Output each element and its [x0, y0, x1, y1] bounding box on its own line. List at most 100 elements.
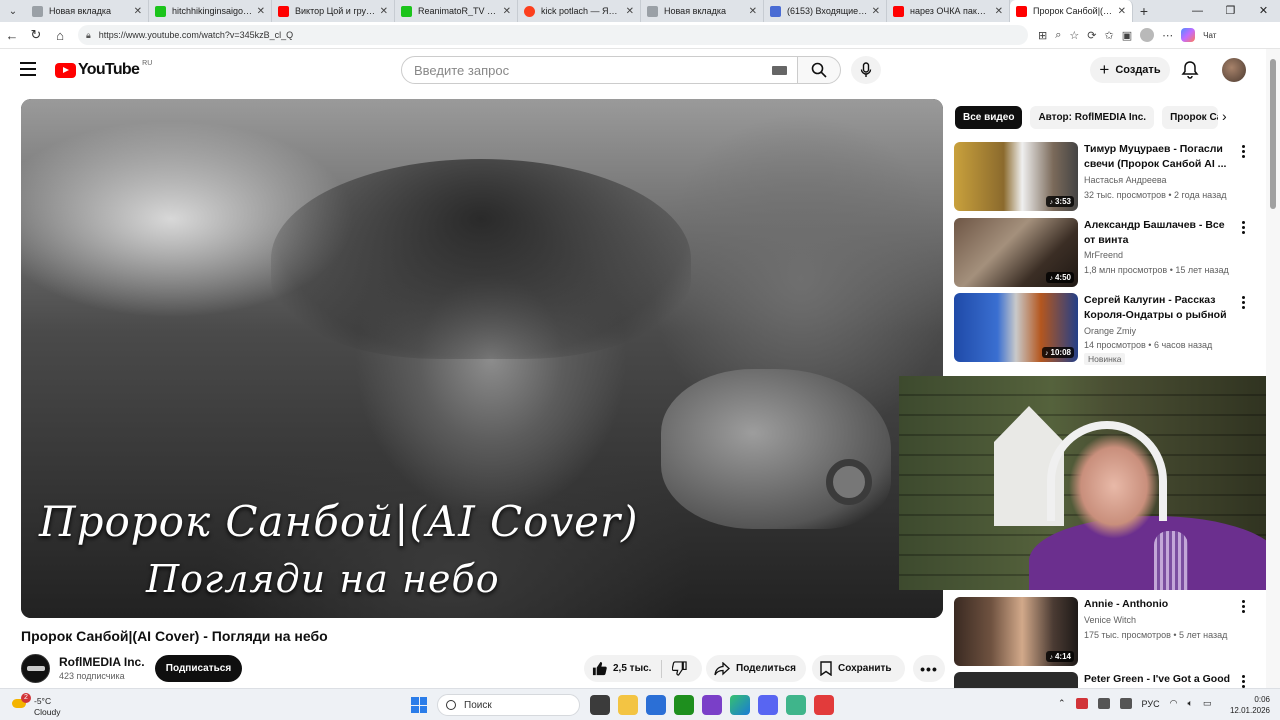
voice-search-button[interactable] [851, 56, 881, 84]
tray-app-icon[interactable] [1097, 698, 1110, 709]
collections-icon[interactable]: ▣ [1122, 29, 1132, 42]
video-thumbnail[interactable]: ♪ 3:53 [954, 142, 1078, 211]
profile-icon[interactable] [1140, 28, 1155, 42]
browser-tab[interactable]: ReanimatoR_TV - Watch✕ [395, 0, 518, 22]
more-vertical-icon[interactable] [1242, 675, 1246, 688]
chip-all-videos[interactable]: Все видео [955, 105, 1023, 129]
app-icon[interactable] [702, 695, 722, 715]
browser-tab-active[interactable]: Пророк Санбой|(AI Co✕ [1010, 0, 1133, 22]
copilot-icon[interactable] [1181, 28, 1196, 42]
related-video-channel[interactable]: Orange Zmiy [1084, 326, 1136, 336]
site-info-icon[interactable]: 🔒︎ [86, 30, 91, 41]
related-video-channel[interactable]: Настасья Андреева [1084, 175, 1167, 185]
video-player[interactable]: Пророк Санбой|(AI Cover) Погляди на небо [21, 99, 943, 618]
video-thumbnail[interactable]: ♪ 4:50 [954, 218, 1078, 287]
related-video-item[interactable]: ♪ 4:50 Александр Башлачев - Все от винта … [954, 218, 1254, 288]
chip-topic[interactable]: Пророк Са [1162, 105, 1219, 129]
file-explorer-icon[interactable] [618, 695, 638, 715]
more-vertical-icon[interactable] [1242, 296, 1246, 311]
share-button[interactable]: Поделиться [706, 655, 806, 682]
url-field[interactable]: 🔒︎ https://www.youtube.com/watch?v=345kzB… [78, 25, 1028, 45]
browser-tab[interactable]: Новая вкладка ✕ [641, 0, 764, 22]
refresh-page-icon[interactable]: ⟳ [1087, 29, 1096, 42]
browser-tab[interactable]: hitchhikinginsaigon Stre✕ [149, 0, 272, 22]
video-thumbnail[interactable] [954, 672, 1078, 688]
edge-browser-icon[interactable] [730, 695, 750, 715]
tab-close-icon[interactable]: ✕ [503, 6, 511, 17]
user-avatar[interactable] [1222, 58, 1246, 82]
reload-icon[interactable]: ↻ [24, 27, 48, 43]
related-video-item[interactable]: ♪ 10:08 Сергей Калугин - Рассказ Короля-О… [954, 293, 1254, 365]
more-vertical-icon[interactable] [1242, 600, 1246, 615]
browser-tab[interactable]: kick potlach — Яндекс✕ [518, 0, 641, 22]
tab-close-icon[interactable]: ✕ [257, 6, 265, 17]
like-button[interactable]: 2,5 тыс. [592, 661, 651, 676]
tray-app-icon[interactable] [1119, 698, 1132, 709]
app-icon[interactable] [814, 695, 834, 715]
search-input[interactable]: Введите запрос [401, 56, 798, 84]
page-scrollbar[interactable] [1266, 49, 1280, 688]
related-video-title[interactable]: Александр Башлачев - Все от винта [1084, 218, 1234, 248]
minimize-icon[interactable]: — [1181, 0, 1214, 22]
volume-icon[interactable]: 🔈︎ [1187, 698, 1192, 709]
new-tab-button[interactable]: + [1133, 3, 1155, 19]
keyboard-icon[interactable] [772, 66, 787, 75]
chip-author[interactable]: Автор: RoflMEDIA Inc. [1030, 105, 1155, 129]
more-menu-icon[interactable]: ⋯ [1162, 29, 1173, 42]
home-icon[interactable]: ⌂ [48, 28, 72, 43]
save-button[interactable]: Сохранить [812, 655, 905, 682]
tab-close-icon[interactable]: ✕ [749, 6, 757, 17]
more-vertical-icon[interactable] [1242, 145, 1246, 160]
tab-close-icon[interactable]: ✕ [380, 6, 388, 17]
taskbar-search[interactable]: Поиск [437, 694, 580, 716]
battery-icon[interactable]: ▭ [1203, 698, 1212, 709]
app-icon[interactable] [786, 695, 806, 715]
related-video-channel[interactable]: Venice Witch [1084, 615, 1136, 625]
video-thumbnail[interactable]: ♪ 4:14 [954, 597, 1078, 666]
browser-tab[interactable]: нарез ОЧКА паклач бе✕ [887, 0, 1010, 22]
related-video-item[interactable]: ♪ 3:53 Тимур Муцураев - Погасли свечи (Пр… [954, 142, 1254, 212]
wifi-icon[interactable]: ◠ [1170, 698, 1178, 709]
language-indicator[interactable]: РУС [1142, 699, 1160, 709]
browser-tab[interactable]: Новая вкладка ✕ [26, 0, 149, 22]
chevron-up-icon[interactable]: ⌃ [1058, 698, 1066, 709]
windows-start-icon[interactable] [411, 697, 427, 713]
task-view-icon[interactable] [590, 695, 610, 715]
related-video-title[interactable]: Сергей Калугин - Рассказ Короля-Ондатры … [1084, 293, 1234, 323]
tab-close-icon[interactable]: ✕ [872, 6, 880, 17]
chevron-right-icon[interactable]: › [1222, 108, 1227, 124]
related-video-title[interactable]: Peter Green - I've Got a Good [1084, 672, 1234, 687]
favorites-icon[interactable]: ✩ [1104, 29, 1113, 42]
zoom-icon[interactable]: ⌕ [1055, 29, 1061, 42]
related-video-title[interactable]: Annie - Anthonio [1084, 597, 1234, 612]
browser-tab[interactable]: (6153) Входящие — Ра✕ [764, 0, 887, 22]
youtube-logo[interactable]: YouTube RU [55, 60, 152, 79]
tab-close-icon[interactable]: ✕ [1118, 6, 1126, 17]
app-install-icon[interactable]: ⊞ [1038, 29, 1047, 42]
scrollbar-thumb[interactable] [1270, 59, 1276, 209]
tray-app-icon[interactable] [1075, 698, 1088, 709]
video-thumbnail[interactable]: ♪ 10:08 [954, 293, 1078, 362]
taskbar-clock[interactable]: 0:06 12.01.2026 [1226, 694, 1270, 716]
tab-close-icon[interactable]: ✕ [995, 6, 1003, 17]
back-icon[interactable]: ← [0, 28, 24, 43]
tab-close-icon[interactable]: ✕ [626, 6, 634, 17]
close-window-icon[interactable]: ✕ [1247, 0, 1280, 22]
xbox-icon[interactable] [674, 695, 694, 715]
favorite-star-icon[interactable]: ☆ [1069, 29, 1079, 42]
related-video-item[interactable]: ♪ 4:14 Annie - Anthonio Venice Witch 175 … [954, 597, 1254, 667]
channel-avatar[interactable] [21, 654, 50, 683]
menu-icon[interactable] [20, 62, 36, 76]
tab-close-icon[interactable]: ✕ [134, 6, 142, 17]
related-video-item[interactable]: Peter Green - I've Got a Good [954, 672, 1254, 688]
channel-name[interactable]: RoflMEDIA Inc. [59, 655, 145, 669]
browser-tab[interactable]: Виктор Цой и группа "✕ [272, 0, 395, 22]
more-actions-button[interactable]: ••• [913, 655, 945, 682]
dislike-button[interactable] [672, 661, 693, 676]
discord-icon[interactable] [758, 695, 778, 715]
subscribe-button[interactable]: Подписаться [155, 655, 242, 682]
related-video-title[interactable]: Тимур Муцураев - Погасли свечи (Пророк С… [1084, 142, 1234, 172]
more-vertical-icon[interactable] [1242, 221, 1246, 236]
maximize-icon[interactable]: ❐ [1214, 0, 1247, 22]
related-video-channel[interactable]: MrFreend [1084, 250, 1123, 260]
